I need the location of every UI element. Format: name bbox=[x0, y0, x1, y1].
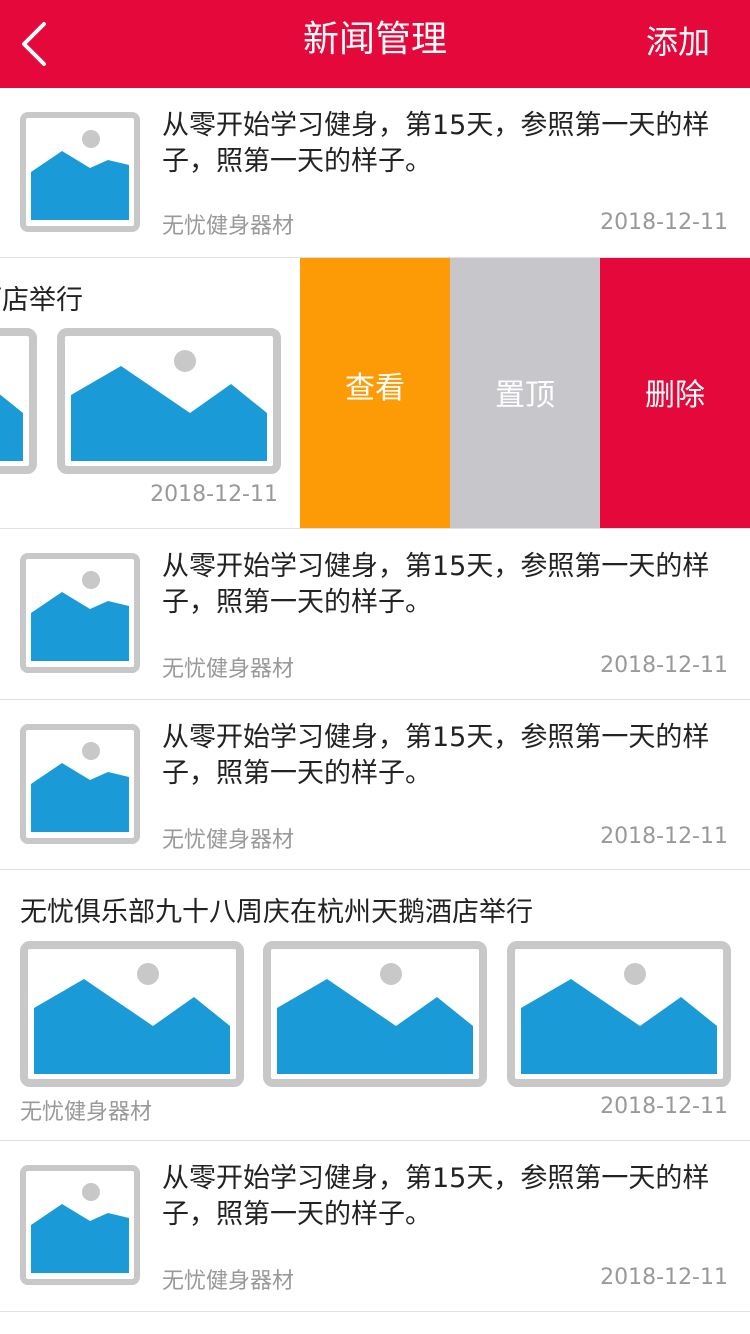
news-date: 2018-12-11 bbox=[150, 482, 278, 507]
news-item-gallery[interactable]: 无忧俱乐部九十八周庆在杭州天鹅酒店举行 无忧健身器材 2018-12-11 bbox=[0, 870, 750, 1141]
page-title: 新闻管理 bbox=[302, 19, 447, 60]
news-date: 2018-12-11 bbox=[600, 1094, 728, 1119]
image-placeholder-icon bbox=[20, 724, 140, 844]
news-item[interactable]: 从零开始学习健身，第15天，参照第一天的样子，照第一天的样子。 无忧健身器材 2… bbox=[0, 529, 750, 700]
image-placeholder-icon bbox=[20, 112, 140, 232]
news-source: 无忧健身器材 bbox=[162, 1269, 295, 1294]
news-title: 从零开始学习健身，第15天，参照第一天的样子，照第一天的样子。 bbox=[162, 722, 710, 789]
image-placeholder-icon bbox=[20, 941, 244, 1087]
news-title: 从零开始学习健身，第15天，参照第一天的样子，照第一天的样子。 bbox=[162, 1163, 710, 1230]
news-source: 无忧健身器材 bbox=[162, 657, 295, 682]
add-button[interactable]: 添加 bbox=[646, 0, 710, 84]
news-date: 2018-12-11 bbox=[600, 210, 728, 235]
news-title: 从零开始学习健身，第15天，参照第一天的样子，照第一天的样子。 bbox=[162, 551, 710, 618]
image-placeholder-icon bbox=[20, 553, 140, 673]
news-date: 2018-12-11 bbox=[600, 653, 728, 678]
view-button[interactable]: 查看 bbox=[300, 258, 450, 528]
image-placeholder-icon bbox=[263, 941, 487, 1087]
news-source: 无忧健身器材 bbox=[162, 214, 295, 239]
pin-to-top-button[interactable]: 置顶 bbox=[450, 258, 600, 528]
swiped-content: 无忧俱乐部九十八周庆在杭州天鹅酒店举行 2018-12-11 bbox=[0, 258, 300, 528]
image-placeholder-icon bbox=[57, 328, 281, 474]
delete-button[interactable]: 删除 bbox=[600, 258, 750, 528]
image-placeholder-icon bbox=[0, 328, 37, 474]
image-placeholder-icon bbox=[507, 941, 731, 1087]
app-header: 新闻管理 添加 bbox=[0, 0, 750, 88]
news-item[interactable]: 从零开始学习健身，第15天，参照第一天的样子，照第一天的样子。 无忧健身器材 2… bbox=[0, 700, 750, 870]
news-source: 无忧健身器材 bbox=[20, 1100, 153, 1125]
image-placeholder-icon bbox=[20, 1165, 140, 1285]
news-item-swiped[interactable]: 无忧俱乐部九十八周庆在杭州天鹅酒店举行 2018-12-11 查看 置顶 删除 bbox=[0, 258, 750, 529]
news-title: 无忧俱乐部九十八周庆在杭州天鹅酒店举行 bbox=[20, 897, 533, 928]
news-item[interactable]: 从零开始学习健身，第15天，参照第一天的样子，照第一天的样子。 无忧健身器材 2… bbox=[0, 88, 750, 258]
news-source: 无忧健身器材 bbox=[162, 828, 295, 853]
news-title: 无忧俱乐部九十八周庆在杭州天鹅酒店举行 bbox=[0, 285, 83, 316]
news-item[interactable]: 从零开始学习健身，第15天，参照第一天的样子，照第一天的样子。 无忧健身器材 2… bbox=[0, 1141, 750, 1312]
news-title: 从零开始学习健身，第15天，参照第一天的样子，照第一天的样子。 bbox=[162, 110, 710, 177]
news-date: 2018-12-11 bbox=[600, 824, 728, 849]
news-date: 2018-12-11 bbox=[600, 1265, 728, 1290]
